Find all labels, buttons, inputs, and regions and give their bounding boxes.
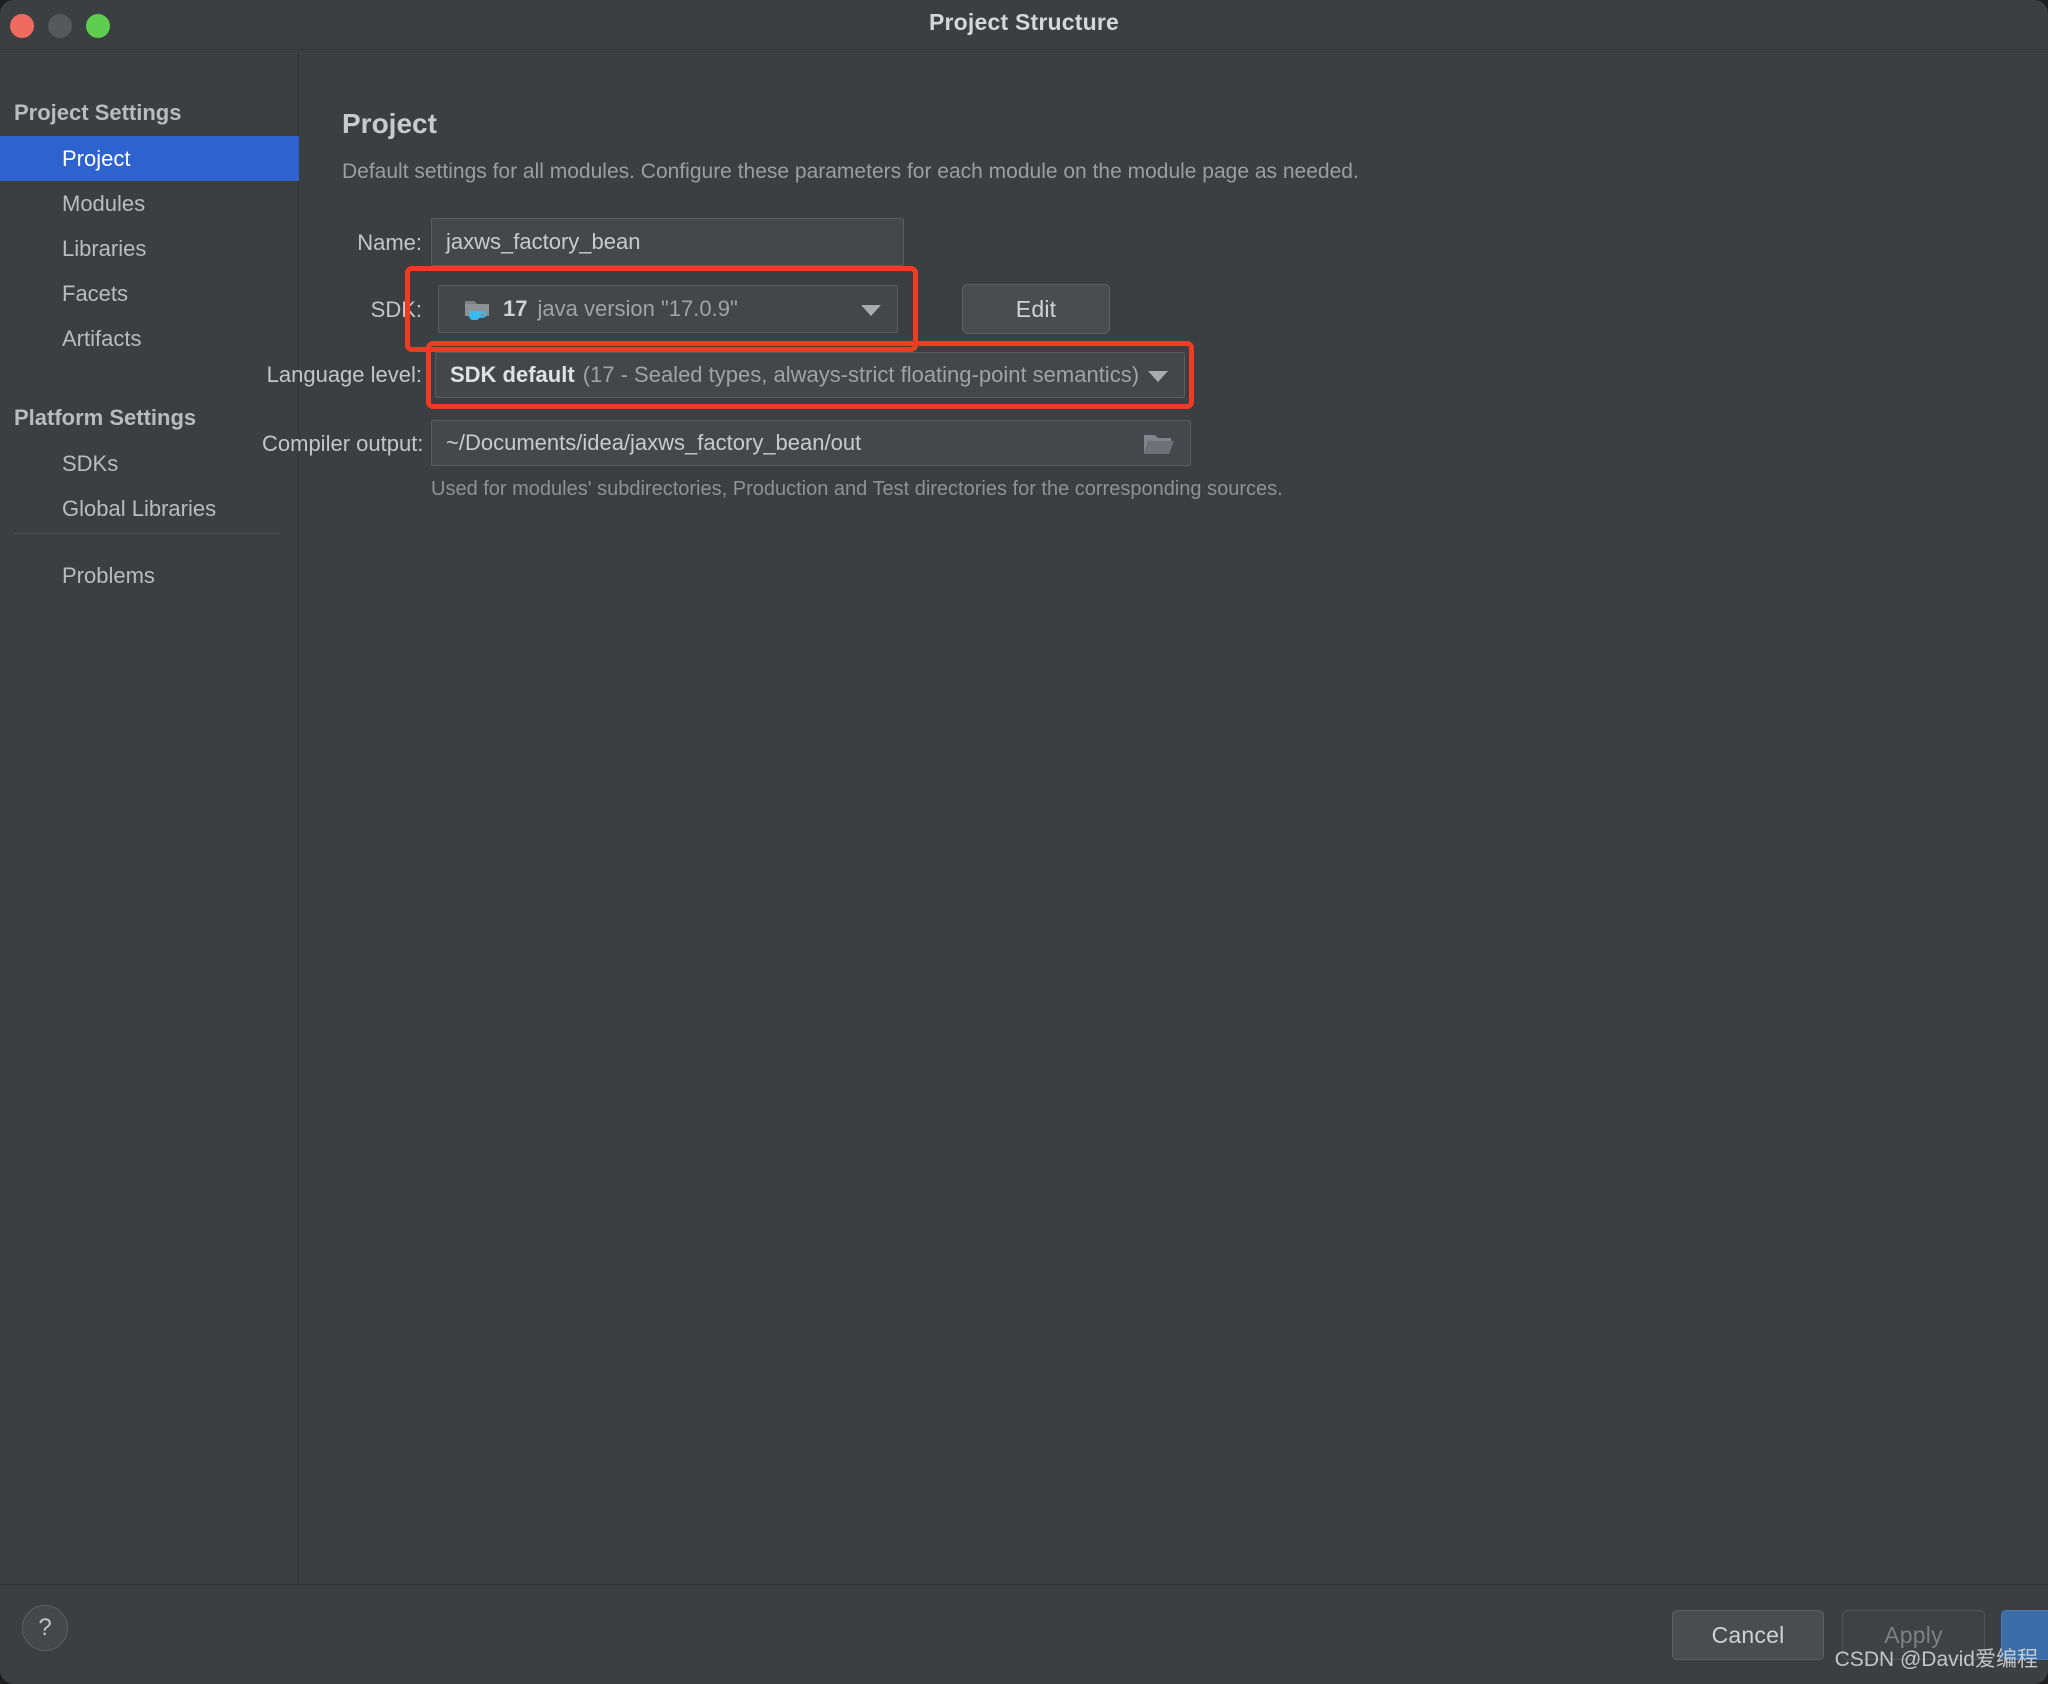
sidebar-item-label: SDKs [62, 451, 119, 476]
edit-sdk-button-label: Edit [1015, 295, 1057, 322]
sidebar-item-label: Facets [62, 281, 129, 306]
project-name-value: jaxws_factory_bean [446, 229, 641, 254]
language-level-detail: (17 - Sealed types, always-strict floati… [582, 362, 1140, 387]
sidebar-item-project[interactable]: Project [0, 136, 299, 181]
compiler-output-label: Compiler output: [262, 431, 424, 456]
project-settings-panel: Project Default settings for all modules… [262, 50, 2048, 1584]
edit-sdk-button[interactable]: Edit [962, 284, 1110, 334]
watermark: CSDN @David爱编程 [1834, 1648, 2038, 1671]
sidebar-item-sdks[interactable]: SDKs [0, 441, 299, 486]
dialog-footer: ? Cancel Apply OK CSDN @David爱编程 [0, 1584, 2048, 1684]
jdk-folder-coffee-icon [463, 296, 493, 322]
chevron-down-icon[interactable] [861, 305, 881, 316]
sdk-version: 17 [503, 296, 528, 321]
compiler-output-input[interactable]: ~/Documents/idea/jaxws_factory_bean/out [431, 420, 1191, 466]
language-level-value: SDK default [450, 362, 575, 387]
sidebar-item-label: Libraries [62, 236, 147, 261]
sidebar-item-global-libraries[interactable]: Global Libraries [0, 486, 299, 531]
language-level-label: Language level: [266, 362, 422, 387]
sidebar-item-label: Project [62, 146, 131, 171]
sidebar-item-label: Modules [62, 191, 146, 216]
sidebar-item-modules[interactable]: Modules [0, 181, 299, 226]
page-subtitle: Default settings for all modules. Config… [342, 160, 1359, 183]
sdk-combobox-content: 17 java version "17.0.9" [463, 296, 738, 322]
project-name-input[interactable]: jaxws_factory_bean [431, 218, 904, 266]
settings-sidebar: Project Settings Project Modules Librari… [0, 50, 299, 1584]
sidebar-item-label: Global Libraries [62, 496, 217, 521]
help-button-label: ? [38, 1614, 52, 1641]
sdk-description: java version "17.0.9" [537, 296, 738, 321]
sidebar-item-artifacts[interactable]: Artifacts [0, 316, 299, 361]
compiler-output-hint: Used for modules' subdirectories, Produc… [431, 478, 1283, 500]
sidebar-item-libraries[interactable]: Libraries [0, 226, 299, 271]
sidebar-item-label: Artifacts [62, 326, 142, 351]
project-structure-window: Project Structure Project Settings Proje… [0, 0, 2048, 1684]
sidebar-group-platform-settings: Platform Settings [14, 405, 197, 430]
sidebar-item-facets[interactable]: Facets [0, 271, 299, 316]
sidebar-divider [14, 533, 280, 534]
help-button[interactable]: ? [22, 1605, 68, 1651]
sidebar-item-problems[interactable]: Problems [0, 553, 299, 598]
sidebar-group-project-settings: Project Settings [14, 100, 182, 125]
compiler-output-value: ~/Documents/idea/jaxws_factory_bean/out [446, 430, 862, 455]
chevron-down-icon[interactable] [1148, 371, 1168, 382]
sidebar-item-label: Problems [62, 563, 155, 588]
cancel-button-label: Cancel [1711, 1621, 1785, 1648]
page-title: Project [342, 108, 437, 139]
open-folder-icon[interactable] [1142, 430, 1176, 464]
name-label: Name: [357, 230, 422, 255]
sdk-combobox[interactable]: 17 java version "17.0.9" [438, 285, 898, 333]
titlebar: Project Structure [0, 0, 2048, 50]
window-title: Project Structure [928, 9, 1119, 35]
cancel-button[interactable]: Cancel [1672, 1610, 1824, 1660]
sdk-label: SDK: [370, 297, 422, 322]
language-level-combobox[interactable]: SDK default (17 - Sealed types, always-s… [435, 352, 1185, 398]
